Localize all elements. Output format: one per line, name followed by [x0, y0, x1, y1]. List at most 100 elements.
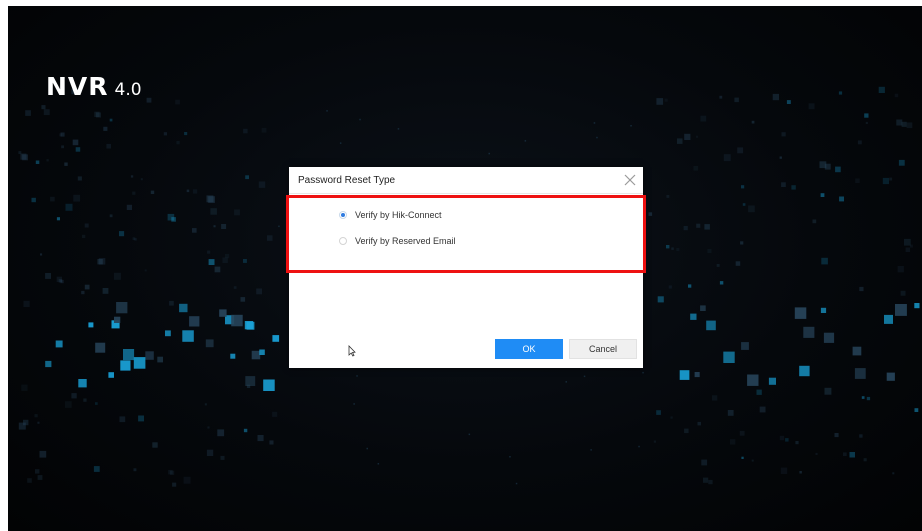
particle [676, 248, 680, 252]
option-hik-connect[interactable]: Verify by Hik-Connect [339, 210, 442, 220]
particle [167, 213, 175, 221]
particle [740, 241, 744, 245]
particle [684, 428, 689, 434]
particle [896, 119, 903, 126]
particle [694, 372, 700, 378]
radio-reserved-email[interactable] [339, 237, 347, 245]
particle [84, 223, 89, 228]
particle [169, 300, 174, 306]
particle [272, 411, 278, 417]
particle [794, 307, 807, 319]
particle [843, 452, 847, 457]
particle [204, 403, 207, 406]
dialog-title: Password Reset Type [298, 175, 396, 186]
particle [904, 238, 911, 246]
particle [838, 91, 843, 95]
option-reserved-email[interactable]: Verify by Reserved Email [339, 236, 456, 246]
radio-hik-connect[interactable] [339, 211, 347, 219]
particle [886, 372, 895, 381]
particle [175, 99, 180, 105]
particle [41, 105, 46, 110]
particle [116, 302, 128, 314]
particle [25, 110, 31, 116]
particle [898, 159, 905, 166]
particle [64, 162, 68, 166]
particle [734, 97, 739, 103]
particle [820, 193, 825, 197]
particle [779, 156, 782, 159]
particle [231, 314, 243, 327]
particle [377, 463, 380, 465]
particle [820, 307, 827, 313]
close-icon[interactable] [623, 173, 637, 187]
particle [224, 253, 230, 259]
particle [524, 140, 527, 142]
particle [214, 266, 221, 273]
particle [94, 111, 100, 117]
particle [140, 178, 143, 181]
particle [130, 175, 134, 178]
particle [791, 185, 796, 190]
particle [768, 377, 776, 385]
particle [56, 217, 60, 221]
particle [93, 466, 100, 472]
particle [653, 440, 656, 443]
particle [258, 181, 266, 188]
particle [727, 410, 734, 416]
particle [664, 98, 668, 102]
particle [751, 459, 754, 462]
particle [246, 384, 251, 388]
particle [719, 95, 723, 99]
particle [31, 197, 36, 203]
particle [741, 185, 745, 189]
particle [126, 204, 132, 210]
particle [263, 379, 275, 391]
particle [207, 426, 210, 429]
particle [748, 205, 755, 213]
particle [23, 419, 29, 426]
particle [779, 435, 785, 441]
particle [897, 266, 904, 273]
particle [859, 434, 863, 438]
particle [741, 342, 749, 350]
particle [144, 269, 147, 272]
particle [630, 125, 632, 127]
particle [488, 152, 490, 155]
particle [583, 375, 586, 378]
particle [222, 257, 228, 263]
nvr-logo: NVR 4.0 [46, 72, 142, 101]
particle [781, 132, 786, 137]
particle [723, 351, 735, 363]
particle [703, 477, 709, 483]
cancel-button[interactable]: Cancel [569, 339, 637, 359]
particle [206, 449, 214, 456]
particle [795, 441, 799, 445]
logo-version: 4.0 [114, 80, 142, 100]
particle [914, 408, 919, 412]
particle [803, 326, 815, 338]
particle [37, 421, 40, 424]
particle [509, 456, 511, 458]
particle [780, 467, 788, 474]
particle [670, 416, 673, 419]
particle [206, 195, 214, 203]
particle [638, 445, 640, 448]
mouse-pointer-icon [348, 345, 356, 357]
particle [245, 175, 249, 180]
particle [123, 349, 135, 361]
particle [657, 296, 664, 303]
particle [60, 132, 65, 137]
particle [168, 469, 173, 475]
ok-button[interactable]: OK [495, 339, 563, 359]
particle [27, 478, 32, 483]
particle [823, 332, 835, 343]
particle [356, 375, 358, 377]
particle [708, 479, 713, 485]
particle [119, 416, 126, 423]
particle [894, 93, 899, 98]
particle [326, 110, 328, 112]
particle [81, 290, 85, 295]
particle [182, 330, 194, 342]
particle [132, 237, 136, 240]
particle [799, 471, 802, 474]
